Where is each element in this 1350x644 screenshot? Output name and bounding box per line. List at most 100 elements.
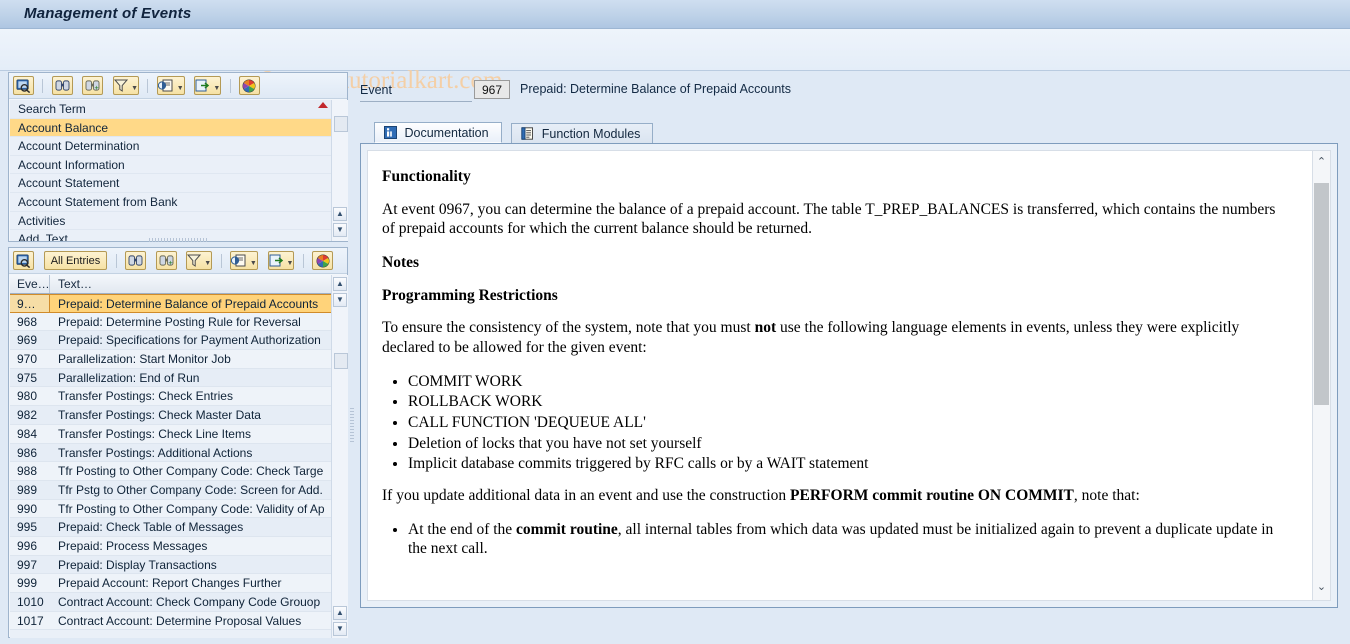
documentation-icon xyxy=(384,125,397,139)
cell-event-id: 975 xyxy=(17,370,38,385)
page-title: Management of Events xyxy=(24,5,192,22)
tab-function-modules[interactable]: Function Modules xyxy=(511,123,654,143)
para-part: At event 0967, you can determine the bal… xyxy=(382,200,866,218)
table-row[interactable]: 980 Transfer Postings: Check Entries xyxy=(10,387,348,407)
all-entries-button[interactable]: All Entries xyxy=(43,251,108,270)
column-header-text[interactable]: Text… xyxy=(50,275,348,293)
filter-button[interactable]: ▼ xyxy=(113,76,139,95)
heading-notes: Notes xyxy=(382,254,420,272)
export-button[interactable]: ▼ xyxy=(267,251,295,270)
table-row[interactable]: 984 Transfer Postings: Check Line Items xyxy=(10,424,348,444)
cell-event-id: 1017 xyxy=(17,613,44,628)
list-item[interactable]: Account Statement xyxy=(10,174,348,193)
find-button[interactable] xyxy=(51,76,73,95)
left-pane: + ▼ ▼ ▼ Search Term Account Balance Acco… xyxy=(8,72,354,638)
table-row[interactable]: 988 Tfr Posting to Other Company Code: Ch… xyxy=(10,462,348,481)
scroll-page-down-button[interactable]: ▼ xyxy=(333,622,347,636)
paragraph-restrictions: To ensure the consistency of the system,… xyxy=(382,318,1286,357)
page-scrollbar[interactable] xyxy=(1342,72,1350,638)
table-row[interactable]: 1010 Contract Account: Check Company Code… xyxy=(10,593,348,612)
toolbar-divider xyxy=(42,78,44,93)
events-scrollbar[interactable]: ▲ ▼ ▲ ▼ xyxy=(331,275,348,638)
print-preview-button[interactable]: ▼ xyxy=(229,251,258,270)
events-table[interactable]: Eve… Text… 9… Prepaid: Determine Balance … xyxy=(10,275,348,638)
para-part: To ensure the consistency of the system,… xyxy=(382,319,755,337)
panel-resize-grip[interactable] xyxy=(149,238,209,242)
table-row[interactable]: 9… Prepaid: Determine Balance of Prepaid … xyxy=(10,294,348,313)
cell-event-text: Contract Account: Check Company Code Gro… xyxy=(58,595,321,609)
scroll-down-button[interactable]: ▼ xyxy=(333,223,347,237)
documentation-scrollbar[interactable]: ⌃ ⌄ xyxy=(1312,151,1330,600)
cell-event-text: Tfr Posting to Other Company Code: Check… xyxy=(58,464,324,479)
table-row[interactable]: 982 Transfer Postings: Check Master Data xyxy=(10,406,348,425)
search-icon-button[interactable] xyxy=(13,251,34,270)
scroll-up-button[interactable]: ▲ xyxy=(333,207,347,221)
cell-event-id: 982 xyxy=(17,408,38,423)
export-button[interactable]: ▼ xyxy=(194,76,222,95)
events-panel: All Entries + ▼ ▼ ▼ Eve… Text… 9… Prepai… xyxy=(8,247,354,638)
cell-event-id: 980 xyxy=(17,389,38,404)
table-header-row: Eve… Text… xyxy=(10,275,348,294)
cell-event-text: Contract Account: Determine Proposal Val… xyxy=(58,613,302,628)
scrollbar-thumb[interactable] xyxy=(334,353,348,369)
filter-button[interactable]: ▼ xyxy=(186,251,213,270)
list-item[interactable]: Activities xyxy=(10,212,348,231)
update-bullet-list: At the end of the commit routine, all in… xyxy=(382,520,1286,559)
cell-event-text: Transfer Postings: Additional Actions xyxy=(58,445,253,460)
table-row[interactable]: 969 Prepaid: Specifications for Payment A… xyxy=(10,331,348,351)
table-row[interactable]: 997 Prepaid: Display Transactions xyxy=(10,555,348,575)
cell-event-id: 986 xyxy=(17,445,38,460)
list-item[interactable]: Account Statement from Bank xyxy=(10,193,348,212)
table-row[interactable]: 970 Parallelization: Start Monitor Job xyxy=(10,350,348,369)
list-item: ROLLBACK WORK xyxy=(408,392,1286,412)
scroll-down-button[interactable]: ▼ xyxy=(333,293,347,307)
table-row[interactable]: 968 Prepaid: Determine Posting Rule for R… xyxy=(10,312,348,332)
table-row[interactable]: 996 Prepaid: Process Messages xyxy=(10,536,348,556)
table-row[interactable]: 995 Prepaid: Check Table of Messages xyxy=(10,518,348,537)
cell-event-text: Prepaid Account: Report Changes Further xyxy=(58,576,282,591)
table-row[interactable]: 975 Parallelization: End of Run xyxy=(10,368,348,388)
list-item: At the end of the commit routine, all in… xyxy=(408,520,1286,559)
column-header-event[interactable]: Eve… xyxy=(10,275,50,293)
event-description: Prepaid: Determine Balance of Prepaid Ac… xyxy=(520,82,791,96)
color-palette-button[interactable] xyxy=(312,251,334,270)
table-row[interactable]: 999 Prepaid Account: Report Changes Furth… xyxy=(10,574,348,593)
table-row[interactable]: 986 Transfer Postings: Additional Actions xyxy=(10,443,348,463)
scroll-up-button[interactable]: ⌃ xyxy=(1314,155,1329,171)
event-label: Event xyxy=(360,83,472,102)
cell-event-text: Transfer Postings: Check Entries xyxy=(58,389,233,404)
splitter-grip[interactable] xyxy=(350,408,354,442)
cell-event-id: 1010 xyxy=(17,595,44,609)
find-button[interactable] xyxy=(124,251,146,270)
detail-pane: Event 967 Prepaid: Determine Balance of … xyxy=(356,72,1342,638)
scroll-up-button[interactable]: ▲ xyxy=(333,277,347,291)
list-item[interactable]: Search Term xyxy=(10,100,348,119)
table-row[interactable]: 990 Tfr Posting to Other Company Code: Va… xyxy=(10,499,348,519)
documentation-viewer: Functionality At event 0967, you can det… xyxy=(367,150,1331,601)
table-row[interactable]: 989 Tfr Pstg to Other Company Code: Scree… xyxy=(10,480,348,500)
find-next-button[interactable]: + xyxy=(82,76,104,95)
list-item: CALL FUNCTION 'DEQUEUE ALL' xyxy=(408,413,1286,433)
list-item[interactable]: Account Balance xyxy=(10,118,348,138)
list-item[interactable]: Account Determination xyxy=(10,137,348,156)
print-preview-button[interactable]: ▼ xyxy=(156,76,185,95)
svg-text:+: + xyxy=(95,83,99,92)
color-palette-button[interactable] xyxy=(238,76,260,95)
scroll-page-up-button[interactable]: ▲ xyxy=(333,606,347,620)
tab-strip: Documentation Function Modules xyxy=(374,122,654,144)
cell-event-id: 968 xyxy=(17,314,38,329)
table-row[interactable]: 1017 Contract Account: Determine Proposal… xyxy=(10,611,348,631)
list-item[interactable]: Account Information xyxy=(10,156,348,175)
scrollbar-thumb[interactable] xyxy=(1314,183,1329,405)
chevron-down-icon: ▼ xyxy=(249,260,257,267)
search-icon-button[interactable] xyxy=(13,76,34,95)
documentation-container: Functionality At event 0967, you can det… xyxy=(360,143,1338,608)
search-term-list[interactable]: Search Term Account Balance Account Dete… xyxy=(10,100,348,241)
scroll-down-button[interactable]: ⌄ xyxy=(1314,580,1329,596)
cell-event-text: Prepaid: Process Messages xyxy=(58,538,208,553)
event-number-field[interactable]: 967 xyxy=(474,80,510,99)
scrollbar-thumb[interactable] xyxy=(334,116,348,132)
search-list-scrollbar[interactable]: ▲ ▼ xyxy=(331,100,348,241)
find-next-button[interactable]: + xyxy=(155,251,177,270)
tab-documentation[interactable]: Documentation xyxy=(374,122,502,143)
